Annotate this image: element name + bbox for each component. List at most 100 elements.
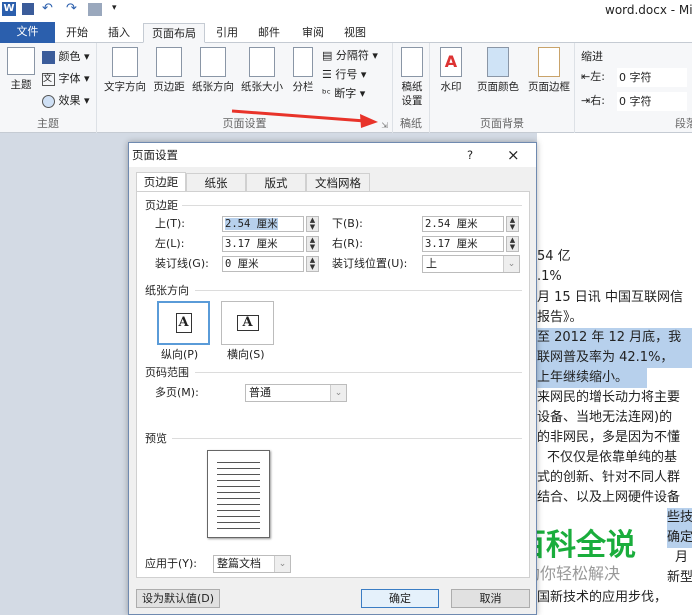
multiple-pages-select[interactable]: 普通 ⌄ bbox=[245, 384, 347, 402]
chevron-down-icon: ⌄ bbox=[274, 556, 290, 572]
tab-references[interactable]: 引用 bbox=[208, 23, 246, 43]
section-margins: 页边距 bbox=[145, 199, 178, 212]
doc-line-selected: 些技 bbox=[667, 508, 692, 528]
section-preview: 预览 bbox=[145, 432, 167, 445]
size-button[interactable]: 纸张大小 bbox=[237, 47, 287, 94]
tab-mailings[interactable]: 邮件 bbox=[250, 23, 288, 43]
ok-button[interactable]: 确定 bbox=[361, 589, 439, 608]
text-direction-label: 文字方向 bbox=[104, 81, 146, 93]
undo-icon[interactable]: ↶ bbox=[42, 1, 53, 16]
dialog-title-bar: 页面设置 ? × bbox=[129, 143, 536, 167]
theme-button[interactable]: 主题 bbox=[4, 47, 38, 92]
close-button[interactable]: × bbox=[507, 143, 520, 167]
effects-icon bbox=[42, 94, 55, 108]
gutter-position-label: 装订线位置(U): bbox=[332, 257, 408, 270]
landscape-button[interactable]: A bbox=[221, 301, 274, 345]
tab-file[interactable]: 文件 bbox=[0, 22, 55, 43]
indent-right-icon: ⇥ bbox=[581, 94, 591, 107]
size-icon bbox=[249, 47, 275, 77]
red-arrow-annotation bbox=[231, 109, 378, 128]
gutter-position-select[interactable]: 上 ⌄ bbox=[422, 255, 520, 273]
colors-button[interactable]: 颜色 ▾ bbox=[42, 47, 90, 67]
print-preview-icon[interactable] bbox=[88, 3, 102, 16]
left-margin-input[interactable]: 3.17 厘米 bbox=[222, 236, 304, 252]
gutter-position-value: 上 bbox=[426, 257, 437, 270]
tab-home[interactable]: 开始 bbox=[58, 23, 96, 43]
group-manuscript: 稿纸 设置 稿纸 bbox=[393, 43, 430, 133]
indent-left-input[interactable]: 0 字符 bbox=[617, 68, 687, 87]
margins-button[interactable]: 页边距 bbox=[149, 47, 189, 94]
line-numbers-button[interactable]: ☰ 行号 ▾ bbox=[322, 65, 366, 85]
watermark-label: 水印 bbox=[440, 81, 462, 93]
tab-review[interactable]: 审阅 bbox=[294, 23, 332, 43]
right-margin-input[interactable]: 3.17 厘米 bbox=[422, 236, 504, 252]
fonts-button[interactable]: 文 字体 ▾ bbox=[42, 69, 90, 89]
tab-view[interactable]: 视图 bbox=[336, 23, 374, 43]
doc-line: 新型 bbox=[667, 570, 692, 585]
multiple-pages-value: 普通 bbox=[249, 386, 271, 399]
columns-label: 分栏 bbox=[292, 81, 314, 93]
window-title: word.docx - Mic bbox=[605, 3, 692, 17]
text-direction-icon bbox=[112, 47, 138, 77]
page-color-icon bbox=[487, 47, 509, 77]
set-default-button[interactable]: 设为默认值(D) bbox=[136, 589, 220, 608]
tab-doc-grid[interactable]: 文档网格 bbox=[306, 173, 370, 192]
save-icon[interactable] bbox=[22, 3, 34, 15]
right-margin-spinner[interactable]: ▲ ▼ bbox=[506, 236, 519, 252]
cancel-button[interactable]: 取消 bbox=[451, 589, 530, 608]
page-borders-label: 页面边框 bbox=[528, 81, 570, 93]
effects-button[interactable]: 效果 ▾ bbox=[42, 91, 90, 111]
help-button[interactable]: ? bbox=[467, 143, 473, 167]
tab-margins[interactable]: 页边距 bbox=[136, 172, 186, 192]
doc-line: 不仅仅是依靠单纯的基 bbox=[547, 450, 678, 465]
doc-line: 结合、以及上网硬件设备 bbox=[537, 490, 681, 505]
tab-paper[interactable]: 纸张 bbox=[186, 173, 246, 192]
apply-to-select[interactable]: 整篇文档 ⌄ bbox=[213, 555, 291, 573]
orientation-button[interactable]: 纸张方向 bbox=[189, 47, 237, 94]
top-margin-spinner[interactable]: ▲ ▼ bbox=[306, 216, 319, 232]
bottom-margin-input[interactable]: 2.54 厘米 bbox=[422, 216, 504, 232]
indent-label: 缩进 bbox=[581, 50, 603, 63]
gutter-label: 装订线(G): bbox=[155, 257, 209, 270]
indent-right-input[interactable]: 0 字符 bbox=[617, 92, 687, 111]
breaks-button[interactable]: ▤ 分隔符 ▾ bbox=[322, 46, 378, 66]
dialog-title: 页面设置 bbox=[132, 148, 178, 162]
tab-insert[interactable]: 插入 bbox=[100, 23, 138, 43]
top-margin-input[interactable]: 2.54 厘米 bbox=[222, 216, 304, 232]
word-icon: W bbox=[2, 2, 16, 16]
gutter-input[interactable]: 0 厘米 bbox=[222, 256, 304, 272]
portrait-button[interactable]: A bbox=[157, 301, 210, 345]
tab-page-layout[interactable]: 页面布局 bbox=[143, 23, 205, 43]
doc-line: 国新技术的应用步伐， bbox=[537, 590, 668, 605]
dialog-launcher-icon[interactable]: ⇲ bbox=[381, 121, 388, 130]
left-margin-spinner[interactable]: ▲ ▼ bbox=[306, 236, 319, 252]
indent-left-label: 左: bbox=[590, 70, 605, 83]
indent-right-row: ⇥右: bbox=[581, 91, 605, 111]
redo-icon[interactable]: ↷ bbox=[66, 1, 77, 16]
text-direction-button[interactable]: 文字方向 bbox=[101, 47, 149, 94]
customize-qat-icon[interactable]: ▾ bbox=[112, 3, 117, 13]
doc-line: 54 亿 bbox=[537, 249, 571, 264]
portrait-label: 纵向(P) bbox=[161, 348, 199, 361]
line-numbers-label: 行号 bbox=[335, 68, 358, 81]
doc-line-selected: 至 2012 年 12 月底，我 bbox=[537, 328, 692, 348]
doc-line-selected: 确定 bbox=[667, 528, 692, 548]
colors-label: 颜色 bbox=[58, 50, 81, 63]
tab-layout[interactable]: 版式 bbox=[246, 173, 306, 192]
multiple-pages-label: 多页(M): bbox=[155, 386, 199, 399]
watermark-button[interactable]: A 水印 bbox=[436, 47, 466, 94]
size-label: 纸张大小 bbox=[241, 81, 283, 93]
doc-line: 月 bbox=[675, 550, 689, 565]
bottom-margin-spinner[interactable]: ▲ ▼ bbox=[506, 216, 519, 232]
bottom-label: 下(B): bbox=[332, 217, 363, 230]
page-setup-dialog: 页面设置 ? × 页边距 纸张 版式 文档网格 页边距 上(T): 2.54 厘… bbox=[128, 142, 537, 615]
gutter-spinner[interactable]: ▲ ▼ bbox=[306, 256, 319, 272]
manuscript-settings-button[interactable]: 稿纸 设置 bbox=[397, 47, 427, 108]
page-borders-button[interactable]: 页面边框 bbox=[524, 47, 574, 94]
hyphenation-button[interactable]: ᵇᶜ 断字 ▾ bbox=[322, 84, 365, 104]
columns-button[interactable]: 分栏 bbox=[289, 47, 317, 94]
page-color-button[interactable]: 页面颜色 bbox=[472, 47, 524, 94]
chevron-down-icon: ⌄ bbox=[330, 385, 346, 401]
colors-icon bbox=[42, 50, 55, 64]
top-label: 上(T): bbox=[155, 217, 186, 230]
